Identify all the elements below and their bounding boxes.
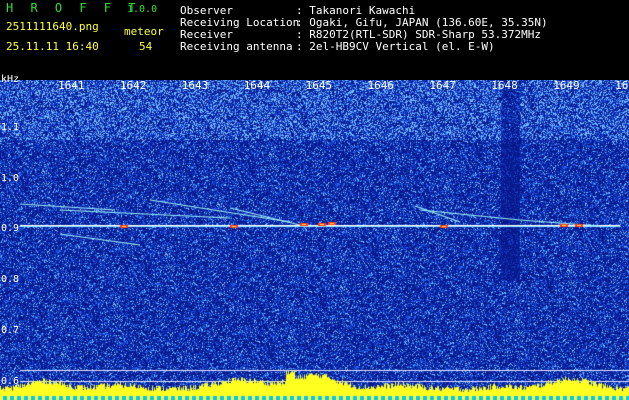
- freq-label-1.0: 1.0: [1, 172, 20, 184]
- file-name: 2511111640.png: [6, 20, 99, 33]
- minute-label-1642: 1642: [119, 79, 147, 92]
- minute-label-1647: 1647: [429, 79, 456, 92]
- meteor-count: 54: [139, 40, 153, 53]
- minute-label-1646: 1646: [367, 79, 395, 92]
- minute-label-1648: 1648: [491, 79, 518, 92]
- header-panel: H R O F F T 1.0.0 2511111640.png meteor …: [0, 0, 629, 80]
- freq-label-0.9: 0.9: [1, 223, 20, 235]
- khz-unit-label: kHz: [1, 74, 20, 85]
- antenna-value: : 2el-HB9CV Vertical (el. E-W): [296, 40, 495, 53]
- meteor-label: meteor: [124, 25, 164, 38]
- minute-label-1641: 1641: [58, 79, 85, 92]
- capture-datetime: 25.11.11 16:40: [6, 40, 99, 53]
- antenna-label: Receiving antenna: [180, 40, 293, 53]
- app-version: 1.0.0: [127, 4, 158, 15]
- freq-label-0.8: 0.8: [1, 274, 20, 286]
- minute-label-1643: 1643: [181, 79, 209, 92]
- minute-label-1644: 1644: [243, 79, 271, 92]
- freq-label-1.1: 1.1: [1, 122, 20, 133]
- minute-label-1650: 1650: [615, 79, 629, 92]
- minute-label-1649: 1649: [553, 79, 580, 92]
- app-logo: H R O F F T: [6, 1, 141, 15]
- freq-label-0.6: 0.6: [1, 375, 20, 387]
- spectrogram-canvas: [0, 80, 629, 400]
- freq-label-0.7: 0.7: [1, 324, 20, 336]
- minute-label-1645: 1645: [305, 79, 333, 92]
